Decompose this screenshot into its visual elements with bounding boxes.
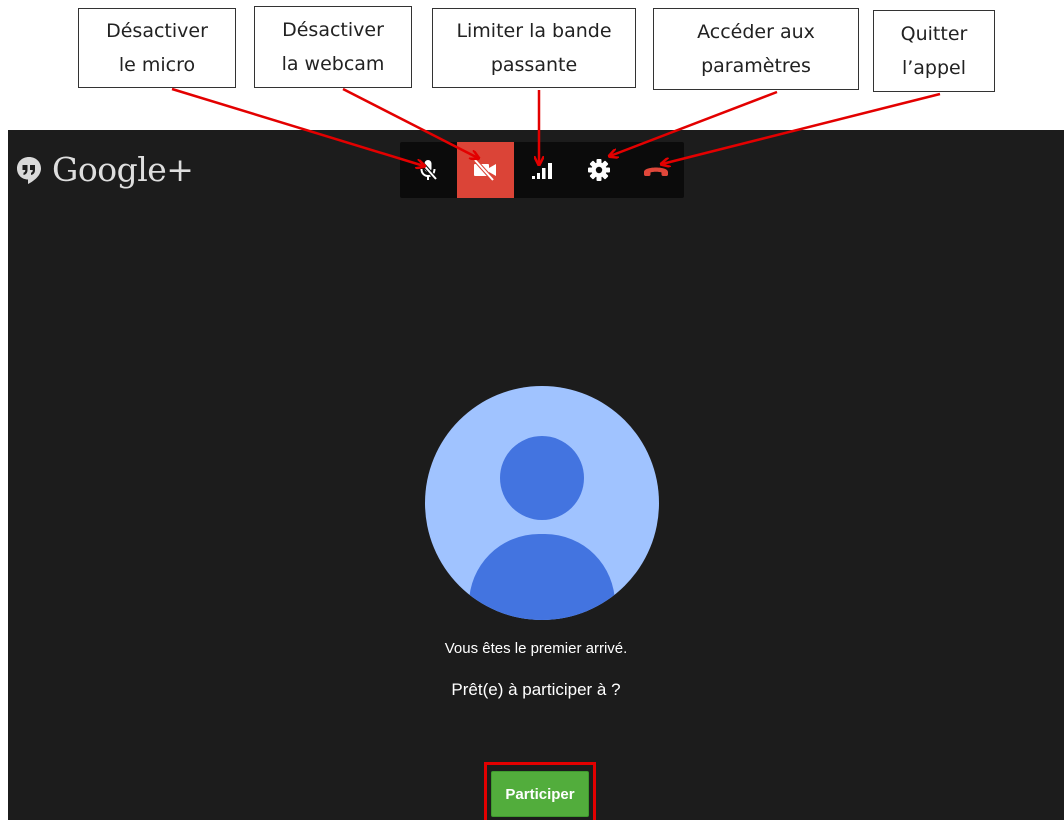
callout-quit-call: Quitter l’appel xyxy=(873,10,995,92)
first-arrival-message: Vous êtes le premier arrivé. xyxy=(444,640,628,657)
mute-mic-button[interactable] xyxy=(400,142,457,198)
disable-webcam-button[interactable] xyxy=(456,142,514,198)
avatar-body xyxy=(469,534,615,620)
callout-text-line: Quitter xyxy=(900,23,968,45)
callout-text-line: Désactiver xyxy=(106,20,208,42)
limit-bandwidth-button[interactable] xyxy=(514,142,571,198)
callout-mute-mic: Désactiver le micro xyxy=(78,8,236,88)
callout-limit-bandwidth: Limiter la bande passante xyxy=(432,8,636,88)
callout-text-line: Limiter la bande xyxy=(456,20,612,42)
settings-button[interactable] xyxy=(570,142,627,198)
callout-text-line: Désactiver xyxy=(282,19,384,41)
callout-text-line: paramètres xyxy=(701,55,811,77)
hangout-call-window: Google+ Vous êtes le premier arrivé. Prê… xyxy=(8,130,1064,820)
mic-off-icon xyxy=(418,159,438,181)
callout-text-line: l’appel xyxy=(901,57,967,79)
ready-prompt: Prêt(e) à participer à ? xyxy=(451,680,621,699)
hang-up-button[interactable] xyxy=(627,142,684,198)
callout-settings: Accéder aux paramètres xyxy=(653,8,859,90)
callout-text-line: passante xyxy=(490,54,578,76)
brand-name: Google+ xyxy=(52,150,194,189)
call-toolbar xyxy=(400,142,684,198)
callout-disable-webcam: Désactiver la webcam xyxy=(254,6,412,88)
gear-icon xyxy=(587,159,610,181)
callout-text-line: Accéder aux xyxy=(697,21,815,43)
bandwidth-icon xyxy=(531,163,552,179)
callout-text-line: la webcam xyxy=(281,53,385,75)
brand: Google+ xyxy=(14,150,194,189)
webcam-off-icon xyxy=(473,158,497,182)
hang-up-icon xyxy=(643,167,668,176)
callout-text-line: le micro xyxy=(118,54,196,76)
avatar-head xyxy=(500,436,584,520)
annotated-screenshot: Désactiver le micro Désactiver la webcam… xyxy=(0,0,1064,820)
avatar xyxy=(425,386,659,620)
hangouts-logo-icon xyxy=(17,156,41,184)
join-button[interactable]: Participer xyxy=(491,771,589,817)
